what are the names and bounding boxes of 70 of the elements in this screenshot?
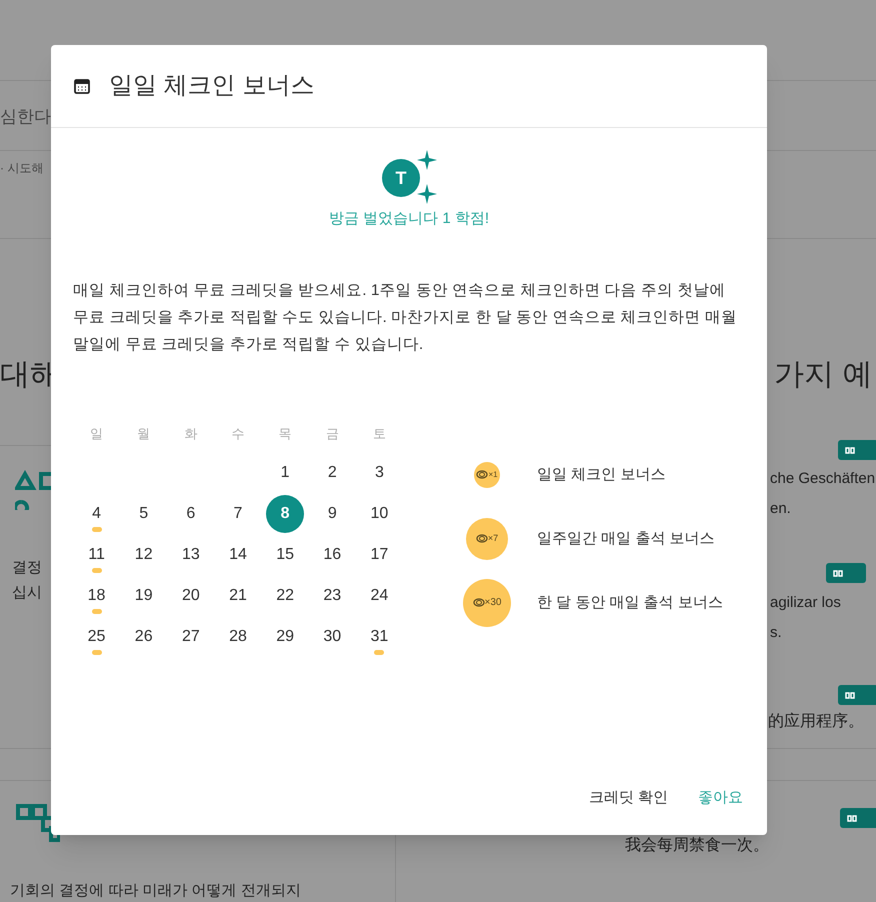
calendar-day[interactable]: 31 — [360, 618, 398, 656]
weekday-label: 일 — [89, 424, 104, 442]
calendar-day[interactable]: 21 — [218, 576, 257, 614]
calendar-day[interactable]: 12 — [124, 536, 163, 574]
page-text: 심한다 — [0, 106, 51, 128]
weekday-label: 수 — [230, 424, 246, 442]
tag-icon — [832, 568, 846, 578]
weekday-label: 월 — [136, 424, 152, 442]
calendar-day[interactable]: 9 — [313, 494, 352, 532]
page-text: 기회의 결정에 따라 미래가 어떻게 전개되지 — [10, 881, 301, 901]
calendar-day[interactable]: 24 — [360, 576, 398, 614]
calendar-day[interactable]: 5 — [124, 494, 163, 532]
weekday-label: 화 — [183, 424, 198, 442]
badge-multiplier: ×1 — [488, 468, 498, 480]
calendar-day[interactable]: 28 — [218, 618, 257, 656]
page-text: che Geschäften — [770, 469, 876, 489]
calendar-icon — [73, 77, 91, 95]
calendar-day[interactable]: 13 — [172, 536, 210, 574]
coin-icon: T — [382, 159, 420, 197]
calendar-day[interactable]: 29 — [266, 618, 304, 656]
coin-icon — [476, 470, 488, 479]
calendar-day[interactable]: 15 — [266, 536, 304, 574]
page-text: 我会每周禁食一次。 — [625, 836, 769, 856]
calendar-day[interactable]: 14 — [218, 536, 257, 574]
calendar-day[interactable]: 27 — [172, 618, 210, 656]
calendar-day[interactable]: 1 — [266, 454, 304, 492]
page-text: 결정 — [12, 558, 42, 578]
calendar-day[interactable]: 23 — [313, 576, 352, 614]
calendar-day[interactable]: 10 — [360, 494, 398, 532]
calendar-day[interactable]: 6 — [172, 494, 210, 532]
weekday-label: 목 — [278, 424, 293, 442]
calendar-day[interactable]: 17 — [360, 536, 398, 574]
legend-label: 한 달 동안 매일 출석 보너스 — [537, 592, 724, 612]
tag-icon — [844, 445, 858, 455]
page-text: en. — [770, 499, 791, 519]
legend-label: 일일 체크인 보너스 — [537, 464, 666, 484]
page-text: 的应用程序。 — [768, 712, 864, 732]
calendar-day[interactable]: 11 — [78, 536, 116, 574]
page-text: 십시 — [12, 583, 42, 603]
calendar-day[interactable]: 2 — [313, 454, 352, 492]
sparkles-icon — [417, 150, 437, 206]
description-text: 매일 체크인하여 무료 크레딧을 받으세요. 1주일 동안 연속으로 체크인하면 다음 주의 첫날에 무료 크레딧을 추가로 적립할 수도 있습니다. 마찬가지로 한 달 동안 연속으로 체크인하면 매월 말일에 무료 크레딧을 추가로 적립할 수 있습니다. — [72, 280, 738, 354]
calendar-day[interactable]: 19 — [124, 576, 163, 614]
earned-message: 방금 벌었습니다 1 학점! — [328, 209, 489, 229]
legend-label: 일주일간 매일 출석 보너스 — [537, 528, 716, 548]
calendar-day[interactable]: 22 — [266, 576, 304, 614]
coin-icon — [472, 598, 485, 607]
section-heading: 가지 예 — [774, 357, 872, 393]
calendar-day[interactable]: 16 — [313, 536, 352, 574]
page-text: s. — [770, 623, 782, 643]
badge-multiplier: ×7 — [488, 532, 498, 545]
weekday-label: 토 — [372, 424, 387, 442]
coin-icon — [476, 534, 488, 543]
calendar-day[interactable]: 30 — [313, 618, 352, 656]
tag-icon — [846, 813, 860, 823]
weekday-label: 금 — [324, 424, 340, 442]
page-text: · 시도해 — [0, 160, 44, 177]
calendar-day[interactable]: 8 — [266, 494, 304, 532]
tag-icon — [844, 690, 858, 700]
page-text: agilizar los — [770, 593, 841, 613]
calendar-day[interactable]: 18 — [78, 576, 116, 614]
dialog-button[interactable]: 크레딧 확인 — [580, 780, 676, 815]
dialog-title: 일일 체크인 보너스 — [109, 71, 314, 101]
calendar-day[interactable]: 25 — [78, 618, 116, 656]
calendar-day[interactable]: 7 — [218, 494, 257, 532]
calendar-day[interactable]: 4 — [78, 494, 116, 532]
calendar-day[interactable]: 26 — [124, 618, 163, 656]
calendar-day[interactable]: 3 — [360, 454, 398, 492]
badge-multiplier: ×30 — [484, 596, 502, 610]
calendar-day[interactable]: 20 — [172, 576, 210, 614]
